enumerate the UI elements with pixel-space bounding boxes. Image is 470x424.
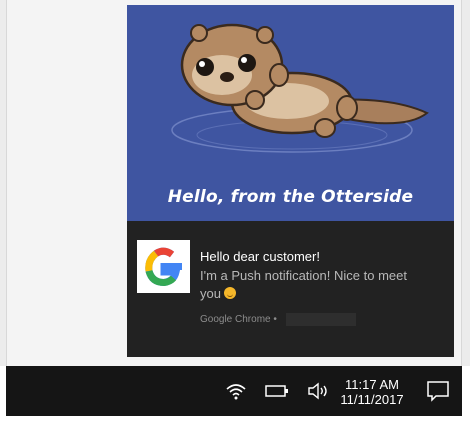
notification-body[interactable]: Hello dear customer! I'm a Push notifica… [127,221,454,357]
wifi-icon[interactable] [225,381,247,406]
notification-title: Hello dear customer! [200,249,320,264]
notification-message: I'm a Push notification! Nice to meet yo… [200,267,440,303]
clock-time: 11:17 AM [345,377,399,392]
notification-message-line2: you [200,286,221,301]
taskbar: 11:17 AM 11/11/2017 [6,366,462,416]
notification-hero-image: Hello, from the Otterside [127,5,454,221]
battery-icon[interactable] [264,381,290,406]
push-notification-toast[interactable]: Hello, from the Otterside Hello dear cus… [127,5,454,357]
desktop: Hello, from the Otterside Hello dear cus… [0,0,470,424]
redacted-source-url [286,313,356,326]
google-logo-icon [137,240,190,293]
action-center-icon[interactable] [426,379,450,408]
smiling-face-icon [223,287,236,299]
screen-bottom-edge [0,416,470,424]
left-window-edge [0,0,7,366]
taskbar-clock[interactable]: 11:17 AM 11/11/2017 [333,377,411,407]
notification-source: Google Chrome • [200,314,277,325]
notification-message-line1: I'm a Push notification! Nice to meet [200,268,407,283]
hero-caption: Hello, from the Otterside [167,187,414,207]
right-window-edge [461,0,470,366]
volume-icon[interactable] [306,381,330,406]
clock-date: 11/11/2017 [340,392,404,407]
